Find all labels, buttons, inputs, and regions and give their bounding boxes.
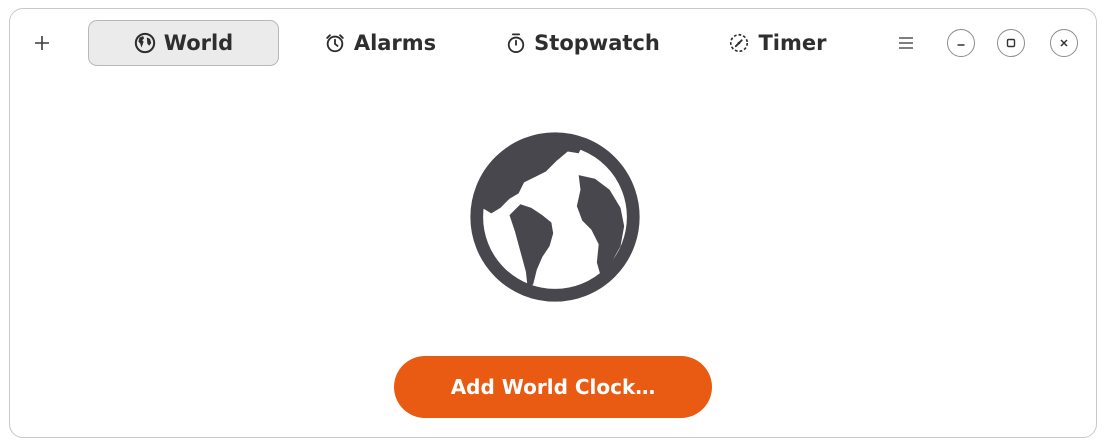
hamburger-menu-icon	[899, 37, 913, 49]
close-icon	[1060, 39, 1068, 47]
globe-icon	[470, 132, 640, 302]
tab-timer-label: Timer	[758, 31, 827, 55]
clocks-window: World Alarms Stopwatch Timer Add World C…	[9, 8, 1097, 438]
main-menu-button[interactable]	[890, 27, 922, 59]
maximize-button[interactable]	[997, 29, 1025, 57]
alarm-clock-icon	[326, 34, 344, 53]
tab-world[interactable]: World	[88, 20, 279, 66]
close-button[interactable]	[1050, 29, 1078, 57]
add-world-clock-button[interactable]: Add World Clock…	[394, 356, 712, 418]
maximize-icon	[1006, 38, 1016, 48]
tab-world-label: World	[163, 31, 234, 55]
tab-alarms-label: Alarms	[353, 31, 437, 55]
plus-icon	[35, 36, 49, 50]
timer-icon	[730, 33, 749, 53]
minimize-button[interactable]	[947, 29, 975, 57]
tab-stopwatch[interactable]: Stopwatch	[488, 20, 678, 66]
minimize-icon	[957, 44, 965, 46]
tab-alarms[interactable]: Alarms	[305, 20, 455, 66]
globe-icon	[134, 32, 155, 54]
stopwatch-icon	[507, 33, 525, 53]
header-bar: World Alarms Stopwatch Timer	[10, 9, 1096, 77]
add-button[interactable]	[26, 27, 58, 59]
tab-stopwatch-label: Stopwatch	[534, 31, 660, 55]
tab-timer[interactable]: Timer	[710, 20, 845, 66]
